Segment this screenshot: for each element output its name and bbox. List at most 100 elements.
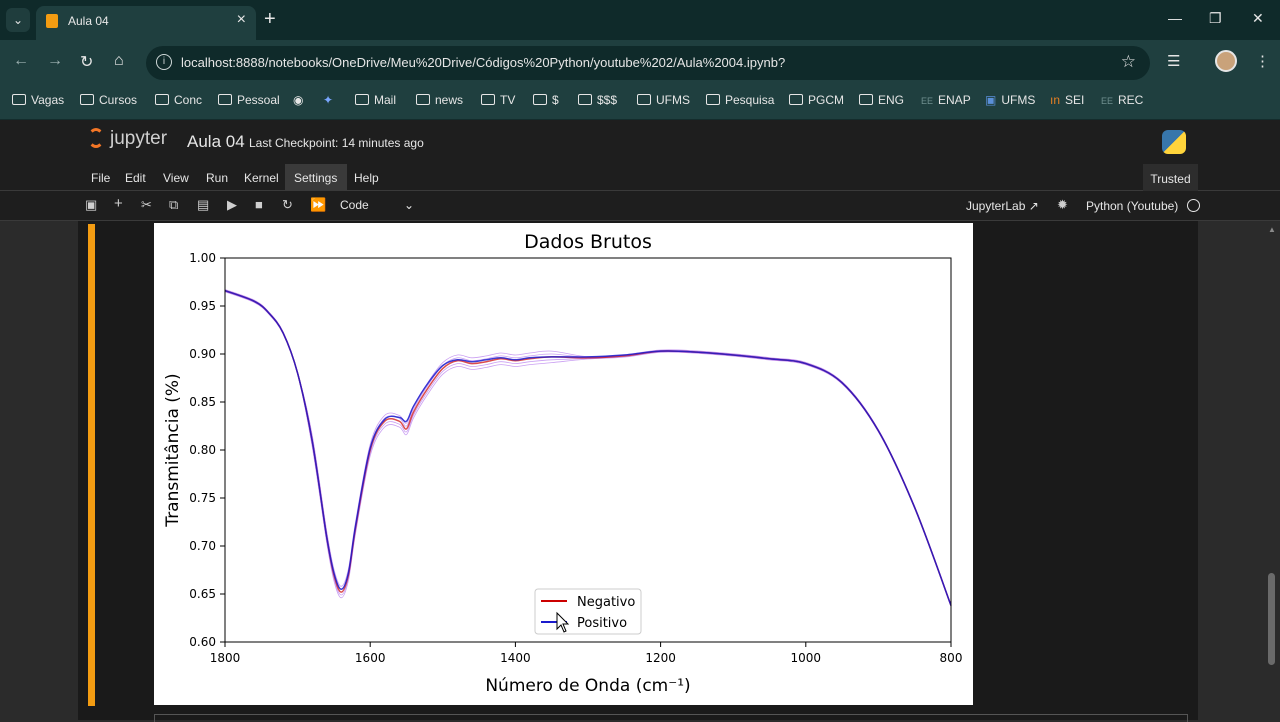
folder-icon [481, 94, 495, 105]
folder-icon [12, 94, 26, 105]
reading-list-icon[interactable]: ☰ [1167, 52, 1180, 70]
external-link-icon: ↗ [1028, 199, 1039, 213]
enap-icon: EE [921, 96, 934, 106]
browser-menu-icon[interactable]: ⋮ [1255, 52, 1270, 70]
folder-icon [218, 94, 232, 105]
folder-icon [578, 94, 592, 105]
paste-icon[interactable]: ▤ [197, 197, 209, 213]
run-icon[interactable]: ▶ [227, 197, 237, 213]
bookmark-folder[interactable]: Cursos [80, 93, 137, 107]
python-logo-icon [1162, 130, 1186, 154]
scrollbar-thumb[interactable] [1268, 573, 1275, 665]
replicate-line [224, 291, 952, 607]
trusted-indicator[interactable]: Trusted [1143, 164, 1198, 191]
browser-titlebar: ⌄ Aula 04 × + — ❐ ✕ [0, 0, 1280, 40]
series-lines [224, 289, 952, 607]
save-icon[interactable]: ▣ [85, 197, 97, 213]
bookmark-link[interactable]: ın SEI [1050, 93, 1084, 107]
tab-search-button[interactable]: ⌄ [6, 8, 30, 32]
gemini-icon[interactable]: ✦ [323, 93, 333, 107]
new-tab-button[interactable]: + [264, 8, 276, 30]
cell-output-figure: Dados Brutos Número de Onda (cm⁻¹) Trans… [154, 223, 973, 705]
folder-icon [80, 94, 94, 105]
replicate-line [224, 289, 952, 605]
site-info-icon[interactable]: i [156, 54, 172, 70]
home-icon[interactable]: ⌂ [114, 52, 124, 70]
bookmark-folder[interactable]: $ [533, 93, 559, 107]
scroll-up-icon[interactable]: ▲ [1268, 225, 1276, 234]
address-bar[interactable]: i localhost:8888/notebooks/OneDrive/Meu%… [146, 46, 1150, 80]
back-icon[interactable]: ← [13, 52, 29, 70]
ufms-icon: ▣ [985, 93, 997, 107]
menu-file[interactable]: File [91, 171, 110, 185]
chart-title: Dados Brutos [524, 231, 652, 253]
menu-settings[interactable]: Settings [294, 171, 337, 185]
menu-view[interactable]: View [163, 171, 189, 185]
legend-label-negativo: Negativo [577, 595, 635, 610]
copy-icon[interactable]: ⧉ [169, 197, 178, 213]
cut-icon[interactable]: ✂ [141, 197, 152, 213]
bookmark-link[interactable]: ◉ [293, 93, 303, 107]
url-text[interactable]: localhost:8888/notebooks/OneDrive/Meu%20… [181, 55, 785, 70]
active-cell-indicator[interactable] [88, 224, 95, 706]
x-tick-label: 1200 [645, 651, 676, 665]
bookmark-folder[interactable]: Conc [155, 93, 202, 107]
y-tick-label: 0.90 [189, 347, 216, 361]
bookmark-link[interactable]: EE ENAP [921, 93, 971, 107]
folder-icon [416, 94, 430, 105]
folder-icon [637, 94, 651, 105]
menu-edit[interactable]: Edit [125, 171, 146, 185]
folder-icon [155, 94, 169, 105]
profile-avatar[interactable] [1215, 50, 1237, 72]
y-tick-label: 0.75 [189, 491, 216, 505]
add-cell-icon[interactable]: + [114, 195, 123, 212]
reload-icon[interactable]: ↻ [80, 52, 93, 72]
replicate-line [224, 290, 952, 607]
y-tick-label: 0.65 [189, 587, 216, 601]
restart-run-all-icon[interactable]: ⏩ [310, 197, 326, 213]
x-tick-label: 1400 [500, 651, 531, 665]
bookmark-folder[interactable]: Vagas [12, 93, 64, 107]
y-tick-label: 0.95 [189, 299, 216, 313]
kernel-status-icon [1187, 199, 1200, 212]
bookmark-folder[interactable]: PGCM [789, 93, 844, 107]
chart-svg: Dados Brutos Número de Onda (cm⁻¹) Trans… [163, 231, 962, 696]
notebook-title[interactable]: Aula 04 [187, 132, 245, 152]
y-tick-label: 0.70 [189, 539, 216, 553]
cell-type-select[interactable]: Code ⌄ [334, 195, 420, 216]
jupyter-logo[interactable]: jupyter [88, 128, 167, 150]
checkpoint-status: Last Checkpoint: 14 minutes ago [249, 136, 424, 150]
bookmark-folder[interactable]: ENG [859, 93, 904, 107]
bookmark-link[interactable]: EE REC [1101, 93, 1143, 107]
forward-icon[interactable]: → [47, 52, 63, 70]
plot-frame [224, 257, 952, 643]
debugger-icon[interactable]: ✹ [1057, 197, 1068, 213]
bookmark-link[interactable]: ▣ UFMS [985, 93, 1035, 107]
browser-tab[interactable]: Aula 04 × [36, 6, 256, 40]
next-cell[interactable] [154, 714, 1188, 722]
browser-toolbar: ← → ↻ ⌂ i localhost:8888/notebooks/OneDr… [0, 40, 1280, 86]
close-tab-icon[interactable]: × [237, 11, 246, 29]
restore-icon[interactable]: ❐ [1209, 10, 1222, 27]
folder-icon [859, 94, 873, 105]
minimize-icon[interactable]: — [1168, 10, 1182, 26]
bookmark-folder[interactable]: UFMS [637, 93, 690, 107]
bookmark-folder[interactable]: $$$ [578, 93, 617, 107]
stop-icon[interactable]: ■ [255, 197, 263, 212]
kernel-name[interactable]: Python (Youtube) [1086, 199, 1178, 213]
menu-kernel[interactable]: Kernel [244, 171, 279, 185]
jupyterlab-link[interactable]: JupyterLab ↗ [966, 199, 1039, 213]
bookmark-folder[interactable]: Pessoal [218, 93, 280, 107]
menu-bar: File Edit View Run Kernel Settings Help … [0, 164, 1280, 191]
bookmark-folder[interactable]: Pesquisa [706, 93, 774, 107]
menu-help[interactable]: Help [354, 171, 379, 185]
bookmark-folder[interactable]: news [416, 93, 463, 107]
menu-run[interactable]: Run [206, 171, 228, 185]
bookmark-folder[interactable]: Mail [355, 93, 396, 107]
restart-icon[interactable]: ↻ [282, 197, 293, 213]
y-axis-label: Transmitância (%) [163, 373, 183, 527]
chevron-down-icon: ⌄ [403, 198, 414, 212]
close-window-icon[interactable]: ✕ [1252, 10, 1264, 27]
bookmark-star-icon[interactable]: ☆ [1121, 52, 1136, 72]
bookmark-folder[interactable]: TV [481, 93, 515, 107]
